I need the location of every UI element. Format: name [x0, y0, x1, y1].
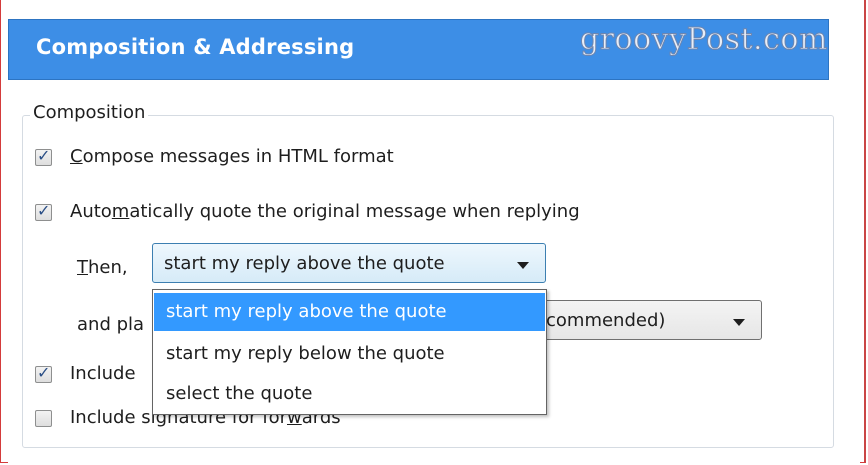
composition-legend: Composition — [30, 102, 149, 123]
reply-position-select[interactable]: start my reply above the quote — [152, 243, 546, 283]
checkmark-icon: ✓ — [37, 201, 51, 220]
signature-placement-value: commended) — [546, 310, 666, 331]
reply-position-dropdown: start my reply above the quote start my … — [152, 289, 547, 415]
include-signature-replies-checkbox[interactable]: ✓ — [35, 363, 52, 383]
dropdown-option[interactable]: start my reply above the quote — [154, 293, 545, 331]
checkmark-icon: ✓ — [37, 363, 51, 382]
chevron-down-icon — [517, 262, 529, 269]
and-place-label: and pla — [77, 314, 145, 335]
watermark-logo: groovyPost.com — [580, 22, 828, 58]
dropdown-option[interactable]: select the quote — [154, 375, 545, 413]
compose-html-checkbox[interactable]: ✓ — [35, 146, 52, 166]
reply-position-value: start my reply above the quote — [164, 253, 445, 274]
pane-title: Composition & Addressing — [36, 35, 355, 59]
checkmark-icon: ✓ — [37, 146, 51, 165]
include-signature-forwards-checkbox[interactable] — [35, 410, 52, 427]
auto-quote-checkbox[interactable]: ✓ — [35, 201, 52, 221]
compose-html-label[interactable]: Compose messages in HTML format — [70, 146, 394, 167]
auto-quote-label[interactable]: Automatically quote the original message… — [70, 201, 580, 222]
dropdown-option[interactable]: start my reply below the quote — [154, 335, 545, 373]
then-label: Then, — [77, 257, 128, 278]
include-signature-replies-label[interactable]: Include — [70, 363, 136, 384]
chevron-down-icon — [733, 319, 745, 326]
